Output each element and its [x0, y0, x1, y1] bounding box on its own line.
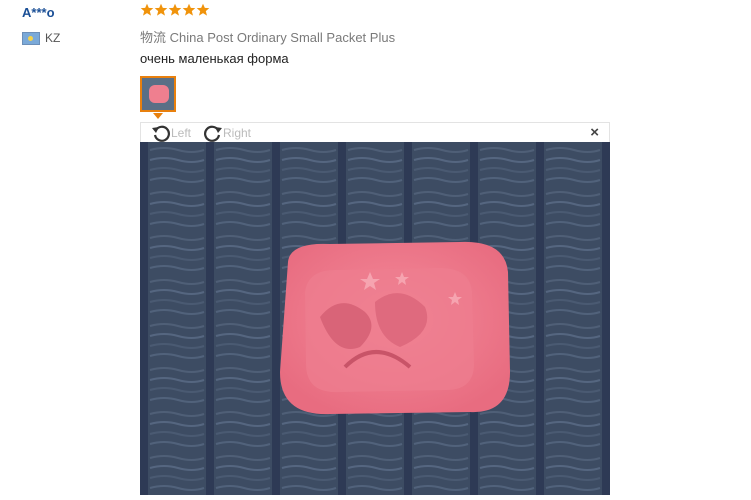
- star-icon: [154, 3, 168, 16]
- review-text: очень маленькая форма: [140, 51, 289, 66]
- reviewer-country: KZ: [22, 31, 60, 45]
- star-icon: [196, 3, 210, 16]
- shipping-label: 物流: [140, 30, 167, 45]
- rotate-right-label: Right: [223, 126, 252, 140]
- shipping-info: 物流 China Post Ordinary Small Packet Plus: [140, 27, 395, 46]
- star-icon: [140, 3, 154, 16]
- review-photo: [140, 142, 610, 495]
- photo-viewer-toolbar: Left Right ×: [140, 122, 610, 142]
- rotate-left-button[interactable]: Left: [151, 123, 191, 143]
- review-photo-image: [140, 142, 610, 495]
- selected-thumbnail-indicator-icon: [153, 113, 163, 119]
- close-icon[interactable]: ×: [590, 125, 599, 141]
- kz-flag-icon: [22, 31, 40, 45]
- shipping-method: China Post Ordinary Small Packet Plus: [169, 30, 396, 45]
- thumbnail-image: [149, 85, 169, 103]
- star-rating: [140, 3, 210, 17]
- reviewer-name[interactable]: A***o: [22, 5, 55, 20]
- rotate-left-label: Left: [171, 126, 192, 140]
- star-icon: [168, 3, 182, 16]
- rotate-right-button[interactable]: Right: [203, 123, 251, 143]
- star-icon: [182, 3, 196, 16]
- review-photo-thumbnail[interactable]: [140, 76, 176, 112]
- rotate-left-icon: [152, 125, 170, 142]
- rotate-right-icon: [204, 125, 222, 142]
- country-code: KZ: [45, 31, 61, 45]
